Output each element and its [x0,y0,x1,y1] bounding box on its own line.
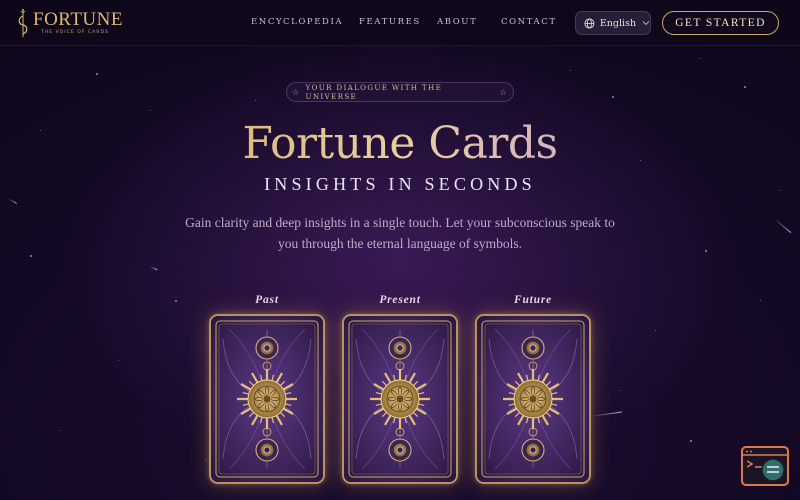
assistant-widget-icon [743,450,787,482]
brand-logo[interactable]: FORTUNE THE VOICE OF CARDS [16,7,123,39]
hero-badge-text: YOUR DIALOGUE WITH THE UNIVERSE [305,83,443,101]
card-slot-present: Present [342,294,458,484]
assistant-widget-button[interactable] [741,446,789,486]
logo-mark-icon [18,9,28,37]
sparkle-icon: ☆ [499,87,508,97]
nav-item-features[interactable]: FEATURES [359,17,421,27]
language-label: English [599,17,637,29]
card-slot-future: Future [475,294,591,484]
chevron-down-icon [642,21,650,26]
card-label-past: Past [255,294,279,306]
nav-item-encyclopedia[interactable]: ENCYCLOPEDIA [251,17,343,27]
brand-name: FORTUNE [33,9,123,31]
language-selector[interactable]: English [575,11,651,35]
hero-subtitle: INSIGHTS IN SECONDS [264,174,536,194]
card-back-art [477,316,589,482]
globe-icon [584,18,595,28]
hero-description: Gain clarity and deep insights in a sing… [185,215,615,251]
hero-title: Fortune Cards [0,114,800,174]
nav-item-contact[interactable]: CONTACT [501,17,557,27]
hero-badge: ☆ YOUR DIALOGUE WITH THE UNIVERSE ☆ [286,82,514,102]
tarot-card-past[interactable] [209,314,325,484]
nav-item-about[interactable]: ABOUT [437,17,477,27]
top-navigation: FORTUNE THE VOICE OF CARDS ENCYCLOPEDIA … [0,0,800,46]
sparkle-icon: ☆ [292,87,301,97]
tarot-card-future[interactable] [475,314,591,484]
card-back-art [211,316,323,482]
get-started-button[interactable]: GET STARTED [662,11,779,35]
card-label-future: Future [513,294,553,306]
card-slot-past: Past [209,294,325,484]
tarot-card-present[interactable] [342,314,458,484]
brand-tagline: THE VOICE OF CARDS [41,30,109,36]
card-back-art [344,316,456,482]
card-label-present: Present [379,294,421,306]
